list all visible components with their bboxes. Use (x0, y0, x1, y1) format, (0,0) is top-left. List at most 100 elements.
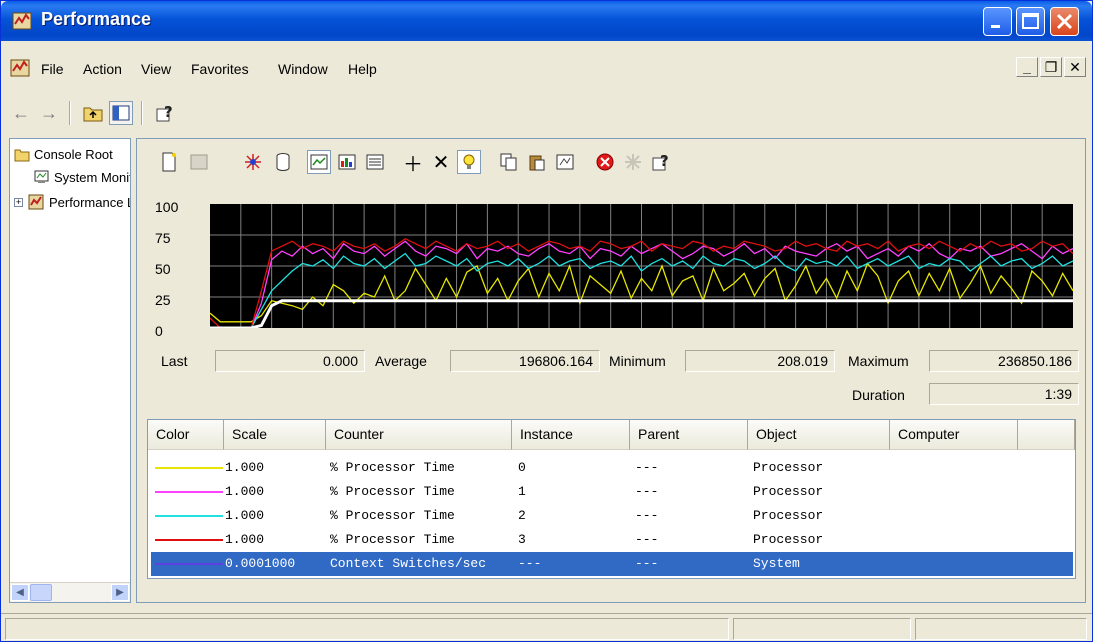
last-value: 0.000 (215, 350, 365, 372)
instance-cell: 3 (518, 532, 526, 547)
list-item[interactable]: 1.000 % Processor Time 0 --- Processor (151, 456, 1073, 480)
y-tick-label: 25 (155, 292, 171, 308)
clear-display-icon[interactable] (187, 150, 211, 174)
parent-cell: --- (635, 556, 659, 571)
menu-window[interactable]: Window (278, 61, 328, 77)
average-value: 196806.164 (450, 350, 600, 372)
chart-plot-area[interactable] (210, 204, 1073, 328)
counter-cell: Context Switches/sec (330, 556, 487, 571)
maximum-value: 236850.186 (929, 350, 1079, 372)
y-tick-label: 50 (155, 261, 171, 277)
performance-window: Performance File Action View Favorites W… (0, 0, 1093, 642)
parent-cell: --- (635, 484, 659, 499)
menu-action[interactable]: Action (83, 61, 122, 77)
scale-cell: 1.000 (225, 508, 265, 523)
title-bar[interactable]: Performance (1, 1, 1092, 41)
scroll-left-icon[interactable]: ◀ (11, 584, 29, 601)
menu-help[interactable]: Help (348, 61, 377, 77)
forward-arrow-icon[interactable]: → (37, 101, 61, 125)
tree-item-label: Performance Logs and Alerts (49, 194, 130, 210)
list-item[interactable]: 1.000 % Processor Time 2 --- Processor (151, 504, 1073, 528)
mdi-close-button[interactable]: ✕ (1064, 57, 1086, 77)
average-label: Average (375, 353, 427, 369)
close-button[interactable] (1050, 7, 1079, 36)
copy-properties-icon[interactable] (497, 150, 521, 174)
menu-favorites[interactable]: Favorites (191, 61, 249, 77)
list-item[interactable]: 1.000 % Processor Time 1 --- Processor (151, 480, 1073, 504)
mdi-minimize-button[interactable]: _ (1016, 57, 1038, 77)
toolbar-separator (141, 101, 143, 125)
view-histogram-icon[interactable] (335, 150, 359, 174)
view-graph-icon[interactable] (307, 150, 331, 174)
expand-plus-icon[interactable]: + (14, 197, 23, 207)
scale-cell: 1.000 (225, 460, 265, 475)
console-tree: Console Root System Monitor + Performanc… (9, 138, 131, 603)
scale-cell: 1.000 (225, 532, 265, 547)
update-data-icon[interactable] (621, 150, 645, 174)
svg-text:?: ? (164, 103, 173, 121)
main-toolbar: ← → ? (1, 97, 1092, 129)
column-header-object[interactable]: Object (748, 420, 890, 450)
up-one-level-icon[interactable] (81, 101, 105, 125)
back-arrow-icon[interactable]: ← (9, 101, 33, 125)
duration-label: Duration (852, 387, 905, 403)
mdi-controls: _ ❐ ✕ (1016, 57, 1086, 77)
tree-item-system-monitor[interactable]: System Monitor (32, 169, 130, 185)
tree-item-console-root[interactable]: Console Root (14, 147, 113, 162)
properties-icon[interactable] (553, 150, 577, 174)
column-header-scale[interactable]: Scale (224, 420, 326, 450)
maximize-button[interactable] (1016, 7, 1045, 36)
instance-cell: 1 (518, 484, 526, 499)
menu-view[interactable]: View (141, 61, 171, 77)
tree-item-performance-logs[interactable]: + Performance Logs and Alerts (14, 193, 130, 211)
instance-cell: --- (518, 556, 542, 571)
column-header-parent[interactable]: Parent (630, 420, 748, 450)
color-swatch (155, 467, 223, 469)
minimize-button[interactable] (983, 7, 1012, 36)
mdi-restore-button[interactable]: ❐ (1040, 57, 1062, 77)
highlight-icon[interactable] (457, 150, 481, 174)
list-item[interactable]: 1.000 % Processor Time 3 --- Processor (151, 528, 1073, 552)
view-log-data-icon[interactable] (271, 150, 295, 174)
view-current-activity-icon[interactable] (241, 150, 265, 174)
status-cell (733, 618, 911, 640)
object-cell: Processor (753, 484, 824, 499)
maximum-label: Maximum (848, 353, 909, 369)
column-header-counter[interactable]: Counter (326, 420, 512, 450)
add-counter-icon[interactable]: ＋ (401, 150, 425, 176)
counter-cell: % Processor Time (330, 484, 455, 499)
performance-logs-icon (28, 194, 44, 210)
minimum-value: 208.019 (685, 350, 835, 372)
column-header-color[interactable]: Color (148, 420, 224, 450)
counter-list: Color Scale Counter Instance Parent Obje… (147, 419, 1076, 579)
view-report-icon[interactable] (363, 150, 387, 174)
help-icon[interactable]: ? (649, 150, 673, 174)
menu-file[interactable]: File (41, 61, 64, 77)
scroll-right-icon[interactable]: ▶ (111, 584, 129, 601)
counter-cell: % Processor Time (330, 532, 455, 547)
show-hide-console-tree-icon[interactable] (109, 101, 133, 125)
tree-horizontal-scrollbar[interactable]: ◀ ▶ (10, 582, 130, 602)
freeze-display-icon[interactable] (593, 150, 617, 174)
color-swatch (155, 491, 223, 493)
delete-counter-icon[interactable]: ✕ (429, 150, 453, 174)
mmc-system-icon[interactable] (9, 57, 31, 79)
column-header-instance[interactable]: Instance (512, 420, 630, 450)
help-icon[interactable]: ? (153, 101, 177, 125)
close-icon (1056, 13, 1073, 30)
tree-item-label: System Monitor (54, 169, 130, 185)
paste-counter-list-icon[interactable] (525, 150, 549, 174)
instance-cell: 0 (518, 460, 526, 475)
menu-bar: File Action View Favorites Window Help _… (1, 57, 1092, 85)
folder-icon (14, 149, 30, 161)
column-header-computer[interactable]: Computer (890, 420, 1018, 450)
y-tick-label: 100 (155, 199, 179, 215)
minimum-label: Minimum (609, 353, 666, 369)
window-title: Performance (41, 9, 152, 29)
scroll-thumb[interactable] (30, 584, 52, 601)
svg-text:?: ? (660, 152, 669, 170)
instance-cell: 2 (518, 508, 526, 523)
new-counter-set-icon[interactable] (157, 150, 181, 174)
list-item-selected[interactable]: 0.0001000 Context Switches/sec --- --- S… (151, 552, 1073, 576)
parent-cell: --- (635, 532, 659, 547)
